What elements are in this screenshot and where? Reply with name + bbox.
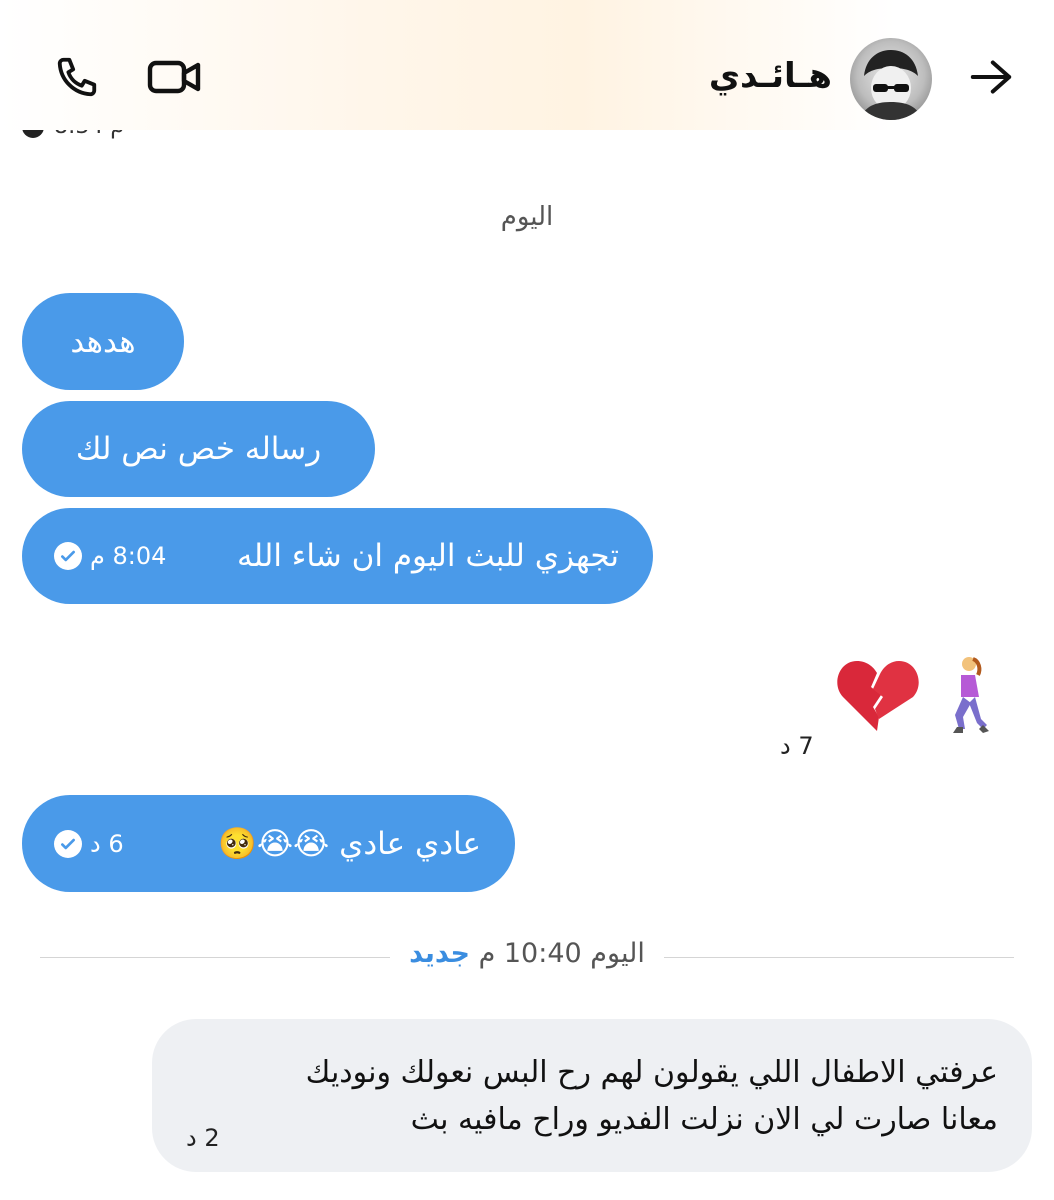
new-label: جديد	[409, 938, 470, 969]
check-icon	[54, 542, 82, 570]
message-text-line: عرفتي الاطفال اللي يقولون لهم رح البس نع…	[305, 1055, 998, 1090]
divider-time: 10:40 م	[478, 938, 582, 969]
broken-heart-icon	[837, 661, 919, 731]
message-meta: 6 د	[54, 829, 124, 858]
message-bubble-sent[interactable]: تجهزي للبث اليوم ان شاء الله 8:04 م	[22, 508, 653, 604]
back-arrow-icon[interactable]	[962, 48, 1020, 106]
chat-header: هـائـدي	[0, 0, 1054, 130]
timestamp: 6 د	[90, 829, 124, 858]
message-text: رساله خص نص لك	[75, 431, 322, 467]
person-walking-icon	[953, 657, 989, 733]
timestamp: 8:04 م	[90, 542, 167, 570]
timestamp: 7 د	[780, 732, 814, 760]
message-meta: 8:04 م	[54, 542, 166, 570]
message-bubble-sent[interactable]: رساله خص نص لك	[22, 401, 375, 497]
divider-day: اليوم	[590, 938, 645, 969]
day-separator: اليوم	[500, 202, 554, 232]
divider-line	[664, 957, 1014, 958]
message-text: تجهزي للبث اليوم ان شاء الله	[236, 538, 619, 574]
timestamp: 2 د	[186, 1124, 220, 1152]
check-icon	[54, 829, 82, 858]
contact-name[interactable]: هـائـدي	[709, 56, 832, 96]
avatar[interactable]	[850, 38, 932, 120]
message-text: عادي عادي 😭😭🥺	[218, 826, 481, 862]
message-bubble-received[interactable]: عرفتي الاطفال اللي يقولون لهم رح البس نع…	[152, 1019, 1032, 1172]
message-text-line: معانا صارت لي الان نزلت الفديو وراح مافي…	[410, 1102, 998, 1137]
message-text: هدهد	[70, 323, 136, 360]
divider-line	[40, 957, 390, 958]
message-received[interactable]	[835, 655, 993, 735]
new-messages-divider: اليوم 10:40 م جديد	[402, 938, 652, 969]
phone-icon[interactable]	[48, 48, 106, 106]
video-camera-icon[interactable]	[146, 48, 204, 106]
message-bubble-sent[interactable]: هدهد	[22, 293, 184, 390]
message-bubble-sent[interactable]: عادي عادي 😭😭🥺 6 د	[22, 795, 515, 892]
